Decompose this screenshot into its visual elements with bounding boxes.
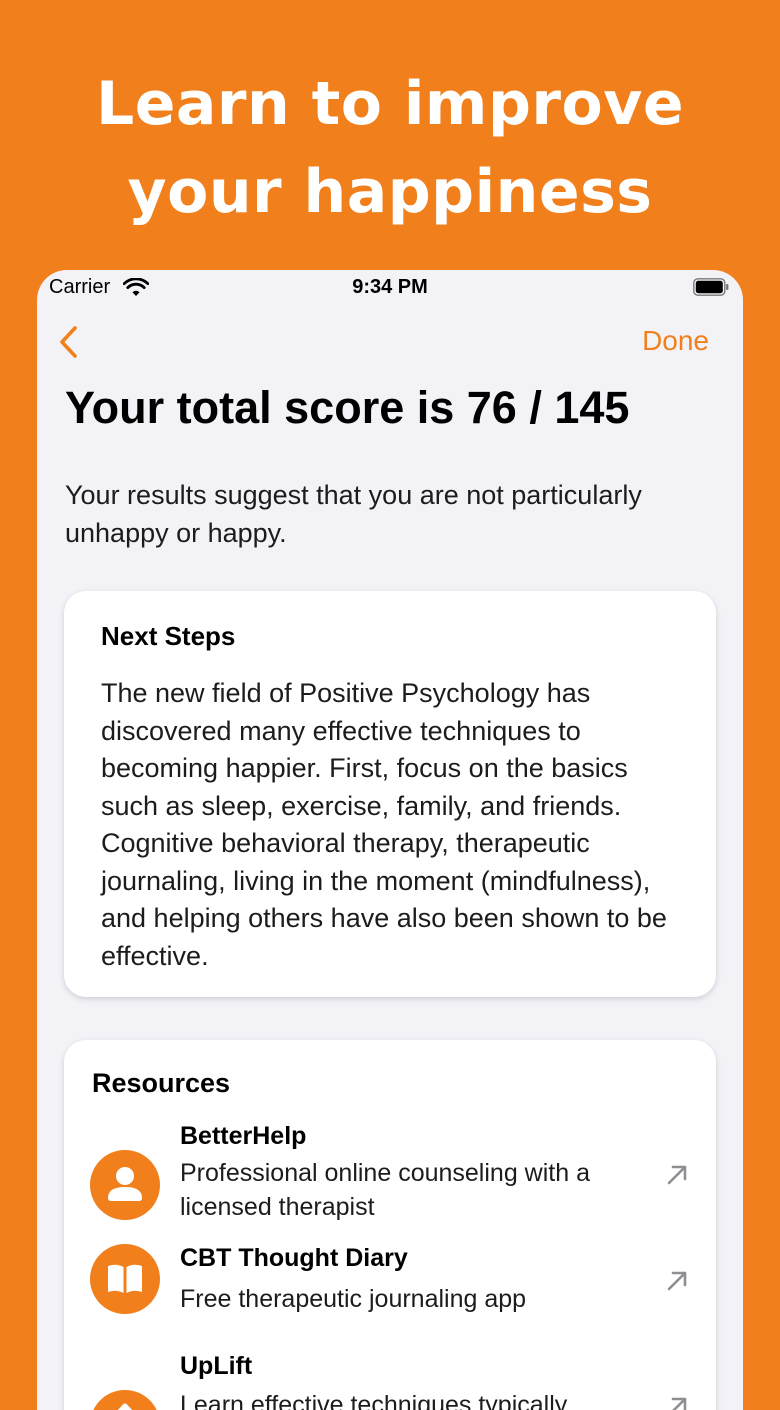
resources-title: Resources	[92, 1068, 231, 1098]
resource-description: Learn effective techniques typically	[180, 1391, 568, 1410]
resource-betterhelp[interactable]: BetterHelp Professional online counselin…	[64, 1122, 716, 1222]
next-steps-body: The new field of Positive Psychology has…	[101, 678, 667, 971]
score-title: Your total score is 76 / 145	[65, 382, 630, 433]
headline-line-1: Learn to improve	[95, 69, 685, 139]
phone-screen: Carrier 9:34 PM Done Your total score is…	[37, 270, 743, 1410]
headline-line-2: your happiness	[127, 157, 653, 227]
resource-uplift[interactable]: UpLift Learn effective techniques typica…	[64, 1352, 716, 1410]
status-time: 9:34 PM	[352, 276, 428, 298]
resource-description: Professional online counseling with a li…	[180, 1159, 590, 1221]
done-button[interactable]: Done	[642, 325, 709, 357]
book-icon	[90, 1244, 160, 1314]
resource-cbt-thought-diary[interactable]: CBT Thought Diary Free therapeutic journ…	[64, 1244, 716, 1324]
next-steps-card: Next Steps The new field of Positive Psy…	[64, 591, 716, 997]
arrow-up-icon	[90, 1390, 160, 1410]
resource-description: Free therapeutic journaling app	[180, 1285, 527, 1313]
back-chevron-icon[interactable]	[57, 324, 81, 360]
external-link-arrow-icon	[671, 1397, 687, 1410]
resource-name: CBT Thought Diary	[180, 1244, 408, 1272]
promo-headline: Learn to improve your happiness	[0, 60, 780, 236]
resource-name: BetterHelp	[180, 1122, 307, 1150]
next-steps-title: Next Steps	[101, 621, 236, 651]
person-icon	[90, 1150, 160, 1220]
external-link-arrow-icon	[667, 1271, 687, 1291]
resources-card: Resources BetterHelp Professional online…	[64, 1040, 716, 1410]
resource-name: UpLift	[180, 1352, 253, 1380]
battery-icon	[693, 278, 729, 296]
status-bar: Carrier 9:34 PM	[37, 270, 743, 306]
result-summary: Your results suggest that you are not pa…	[65, 480, 642, 548]
external-link-arrow-icon	[667, 1165, 687, 1185]
